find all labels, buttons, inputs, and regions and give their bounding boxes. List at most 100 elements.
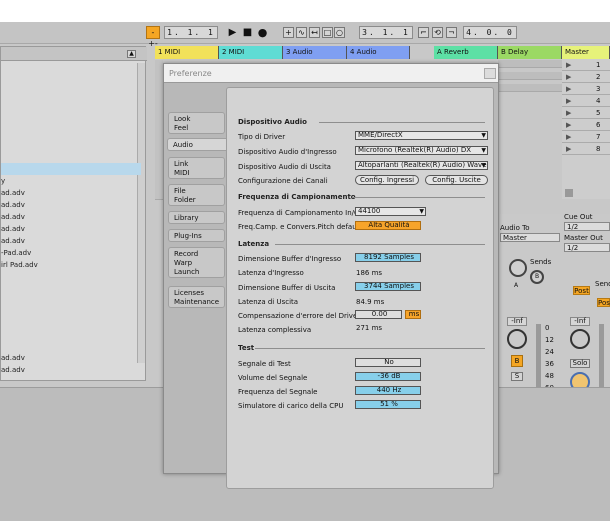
clip-slot-column[interactable] (155, 60, 163, 200)
clip-slot[interactable] (498, 60, 562, 68)
driver-type-dropdown[interactable]: MME/DirectX ▼ (355, 131, 488, 140)
config-inputs-button[interactable]: Config. Ingressi (355, 175, 419, 185)
track-header-1-midi[interactable]: 1 MIDI (155, 46, 219, 59)
browser-item[interactable]: ad.adv (1, 223, 141, 235)
sample-rate-label: Frequenza di Campionamento In/Out (238, 209, 367, 217)
total-latency-value: 271 ms (356, 324, 383, 332)
browser-item[interactable]: ad.adv (1, 352, 141, 364)
sends-label-2: Sends (595, 280, 610, 288)
solo-button[interactable]: S (511, 372, 523, 381)
clip-slot[interactable] (498, 84, 562, 92)
scene-launch-6[interactable]: ▶ 6 (562, 119, 610, 131)
pitch-conversion-toggle[interactable]: Alta Qualità (355, 221, 421, 230)
track-header-4-audio[interactable]: 4 Audio (347, 46, 410, 59)
browser-panel: ▲ y ad.adv ad.adv ad.adv ad.adv ad.adv -… (0, 46, 147, 381)
input-buffer-field[interactable]: 8192 Samples (355, 253, 421, 262)
record-icon[interactable]: ● (256, 26, 269, 39)
return-solo-button[interactable]: Solo (570, 359, 590, 368)
post-toggle[interactable]: Post (573, 286, 590, 295)
test-volume-field[interactable]: -36 dB (355, 372, 421, 381)
tab-licenses-maintenance[interactable]: Licenses Maintenance (168, 286, 225, 308)
cpu-load-label: Simulatore di carico della CPU (238, 402, 344, 410)
tab-library[interactable]: Library (168, 211, 225, 224)
driver-compensation-unit[interactable]: ms (405, 310, 421, 319)
close-icon[interactable] (484, 68, 496, 79)
driver-compensation-field[interactable]: 0.00 (355, 310, 402, 319)
config-outputs-button[interactable]: Config. Uscite (425, 175, 488, 185)
browser-item[interactable]: ad.adv (1, 199, 141, 211)
sends-label: Sends (530, 258, 552, 266)
send-a-knob[interactable] (509, 259, 527, 277)
tab-audio[interactable]: Audio (167, 138, 229, 151)
loop-length-display[interactable]: 4. 0. 0 (463, 26, 517, 39)
master-out-dropdown[interactable]: 1/2 (564, 243, 610, 252)
tab-link-midi[interactable]: Link MIDI (168, 157, 225, 179)
preferences-dialog: Preferenze Look Feel Audio Link MIDI Fil… (163, 63, 499, 489)
tab-look-feel[interactable]: Look Feel (168, 112, 225, 134)
test-signal-toggle[interactable]: No (355, 358, 421, 367)
stop-all-clips-icon[interactable] (565, 189, 573, 197)
pan-knob[interactable] (507, 329, 527, 349)
test-volume-label: Volume del Segnale (238, 374, 308, 382)
output-buffer-field[interactable]: 3744 Samples (355, 282, 421, 291)
scene-launch-2[interactable]: ▶ 2 (562, 71, 610, 83)
browser-item[interactable]: ad.adv (1, 187, 141, 199)
browser-item[interactable]: -Pad.adv (1, 247, 141, 259)
stop-icon[interactable]: ■ (241, 26, 254, 39)
track-header-3-audio[interactable]: 3 Audio (283, 46, 347, 59)
track-volume-readout[interactable]: -Inf (507, 317, 527, 326)
scene-launch-7[interactable]: ▶ 7 (562, 131, 610, 143)
overdub-icon[interactable]: + (283, 27, 294, 38)
track-header-2-midi[interactable]: 2 MIDI (219, 46, 283, 59)
return-volume-readout[interactable]: -Inf (570, 317, 590, 326)
loop-icon[interactable]: ⟲ (432, 27, 443, 38)
scene-launch-3[interactable]: ▶ 3 (562, 83, 610, 95)
browser-item[interactable]: ad.adv (1, 211, 141, 223)
section-divider (275, 244, 485, 245)
punch-out-icon[interactable]: ¬ (446, 27, 457, 38)
metronome-icon[interactable]: -+- (146, 26, 160, 48)
browser-item[interactable]: ad.adv (1, 364, 141, 376)
output-buffer-label: Dimensione Buffer di Uscita (238, 284, 336, 292)
back-to-arrangement-icon[interactable]: ↤ (309, 27, 320, 38)
track-header-b-delay[interactable]: B Delay (498, 46, 562, 59)
track-header-master[interactable]: Master (562, 46, 610, 59)
browser-item[interactable]: ad.adv (1, 235, 141, 247)
post-toggle-2[interactable]: Post (597, 298, 610, 307)
return-pan-knob[interactable] (570, 329, 590, 349)
browser-item[interactable]: y (1, 175, 141, 187)
send-b-knob[interactable]: B (530, 270, 544, 284)
scene-launch-5[interactable]: ▶ 5 (562, 107, 610, 119)
track-header-a-reverb[interactable]: A Reverb (434, 46, 498, 59)
arrangement-position[interactable]: 1. 1. 1 (164, 26, 218, 39)
session-record-icon[interactable]: ○ (334, 27, 345, 38)
browser-item[interactable]: irl Pad.adv (1, 259, 141, 271)
collapse-icon[interactable]: ▲ (127, 50, 136, 58)
clip-slot[interactable] (498, 72, 562, 80)
channel-config-label: Configurazione dei Canali (238, 177, 328, 185)
play-icon[interactable]: ▶ (226, 26, 239, 39)
input-device-dropdown[interactable]: Microfono (Realtek(R) Audio) DX ▼ (355, 146, 488, 155)
audio-to-dropdown[interactable]: Master (500, 233, 560, 242)
track-activator-button[interactable]: B (511, 355, 523, 367)
scene-launch-1[interactable]: ▶ 1 (562, 59, 610, 71)
dialog-title: Preferenze (164, 64, 498, 83)
sample-rate-dropdown[interactable]: 44100 ▼ (355, 207, 426, 216)
automation-arm-icon[interactable]: ∿ (296, 27, 307, 38)
scene-launch-8[interactable]: ▶ 8 (562, 143, 610, 155)
section-divider (319, 122, 485, 123)
cue-out-dropdown[interactable]: 1/2 (564, 222, 610, 231)
cpu-load-field[interactable]: 51 % (355, 400, 421, 409)
punch-in-icon[interactable]: ⌐ (418, 27, 429, 38)
browser-item-selected[interactable] (1, 163, 141, 175)
scene-launch-4[interactable]: ▶ 4 (562, 95, 610, 107)
test-frequency-field[interactable]: 440 Hz (355, 386, 421, 395)
capture-icon[interactable]: □ (322, 27, 333, 38)
loop-start-display[interactable]: 3. 1. 1 (359, 26, 413, 39)
tab-plug-ins[interactable]: Plug-Ins (168, 229, 225, 242)
section-sample-rate: Frequenza di Campionamento (238, 193, 356, 201)
output-device-dropdown[interactable]: Altoparlanti (Realtek(R) Audio) Wave ▼ (355, 161, 488, 170)
tab-record-warp-launch[interactable]: Record Warp Launch (168, 247, 225, 278)
tab-file-folder[interactable]: File Folder (168, 184, 225, 206)
master-meter (599, 324, 604, 394)
